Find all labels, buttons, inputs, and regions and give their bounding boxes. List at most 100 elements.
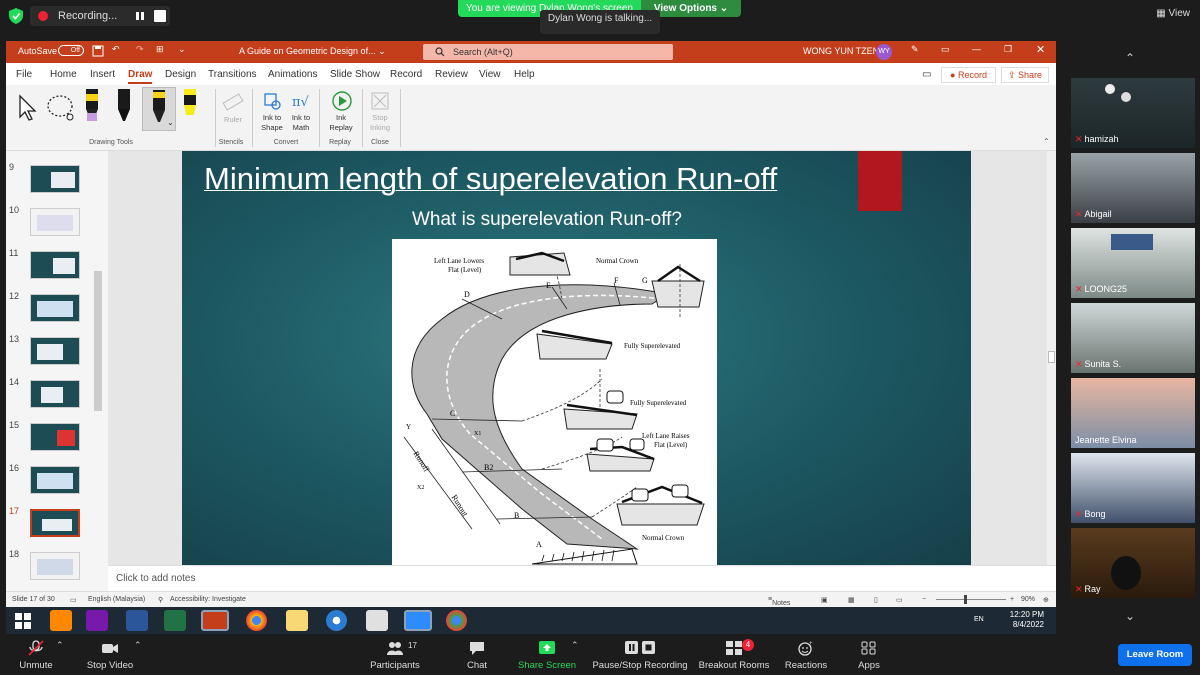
slide-thumbnail-13[interactable]	[30, 337, 80, 365]
ink-to-math-button[interactable]: Ink to Math	[287, 113, 315, 133]
close-icon[interactable]: ✕	[1036, 43, 1045, 56]
vlc-icon[interactable]	[50, 610, 72, 631]
zoom-slider-thumb[interactable]	[964, 595, 967, 604]
stop-video-button[interactable]: Stop Video	[80, 634, 140, 675]
participant-tile[interactable]: ✕ Sunita S.	[1071, 303, 1195, 373]
normal-view-icon[interactable]: ▣	[821, 596, 828, 604]
tab-transitions[interactable]: Transitions	[208, 69, 257, 80]
pause-stop-recording-button[interactable]: Pause/Stop Recording	[590, 634, 690, 675]
taskbar-language[interactable]: EN	[974, 616, 984, 623]
spellcheck-icon[interactable]: ▭	[70, 596, 77, 604]
participant-tile[interactable]: ✕ LOONG25	[1071, 228, 1195, 298]
zoom-app-icon[interactable]	[404, 610, 432, 631]
notes-pane[interactable]: Click to add notes	[108, 565, 1056, 591]
pen-purple-icon[interactable]	[84, 89, 100, 123]
tab-view[interactable]: View	[479, 69, 501, 80]
participant-tile[interactable]: Jeanette Elvina	[1071, 378, 1195, 448]
slide-title[interactable]: Minimum length of superelevation Run-off	[204, 161, 844, 197]
document-title[interactable]: A Guide on Geometric Design of... ⌄	[239, 46, 386, 57]
slide-thumbnail-16[interactable]	[30, 466, 80, 494]
highlighter-yellow-icon[interactable]	[182, 89, 198, 123]
slide-scrollbar[interactable]	[1047, 151, 1056, 591]
tab-draw[interactable]: Draw	[128, 69, 153, 84]
shield-icon[interactable]	[9, 8, 23, 24]
ink-to-math-icon[interactable]: π√	[291, 91, 311, 111]
superelevation-diagram[interactable]: Left Lane Lowers Flat (Level) Normal Cro…	[392, 239, 717, 565]
powerpoint-icon[interactable]	[201, 610, 229, 631]
zoom-in-icon[interactable]: +	[1010, 596, 1014, 603]
slide-thumbnail-17[interactable]	[30, 509, 80, 537]
chrome-icon[interactable]	[246, 610, 267, 631]
restore-icon[interactable]: ❐	[1004, 44, 1012, 55]
slide-thumbnail-14[interactable]	[30, 380, 80, 408]
slide-thumbnail-10[interactable]	[30, 208, 80, 236]
customize-qat-icon[interactable]: ⌄	[178, 44, 186, 55]
slide-thumbnail-11[interactable]	[30, 251, 80, 279]
select-cursor-icon[interactable]	[16, 93, 38, 123]
share-options-chevron-icon[interactable]: ⌃	[571, 640, 579, 651]
chat-button[interactable]: Chat	[452, 634, 502, 675]
slide-subtitle[interactable]: What is superelevation Run-off?	[182, 209, 912, 231]
thumbnails-scrollbar[interactable]	[94, 271, 102, 411]
slide-thumbnail-15[interactable]	[30, 423, 80, 451]
leave-room-button[interactable]: Leave Room	[1118, 644, 1192, 666]
save-icon[interactable]	[92, 45, 104, 59]
taskbar-clock[interactable]: 12:20 PM 8/4/2022	[1010, 610, 1044, 630]
reading-view-icon[interactable]: ▯	[874, 596, 878, 604]
ink-to-shape-icon[interactable]	[262, 91, 282, 111]
zoom-slider[interactable]	[936, 599, 1006, 600]
zoom-out-icon[interactable]: −	[922, 596, 926, 603]
ink-replay-button[interactable]: Ink Replay	[326, 113, 356, 133]
tab-record[interactable]: Record	[390, 69, 422, 80]
stop-recording-icon[interactable]	[154, 10, 166, 22]
accessibility-status[interactable]: Accessibility: Investigate	[170, 596, 246, 603]
participant-tile[interactable]: ✕ hamizah	[1071, 78, 1195, 148]
ruler-icon[interactable]	[222, 91, 244, 113]
tab-animations[interactable]: Animations	[268, 69, 317, 80]
autocad-icon[interactable]	[366, 610, 388, 631]
search-input[interactable]: Search (Alt+Q)	[423, 44, 673, 60]
scroll-down-icon[interactable]: ⌄	[1125, 609, 1135, 623]
view-button[interactable]: ▦ View	[1156, 8, 1190, 19]
word-icon[interactable]	[126, 610, 148, 631]
notes-toggle[interactable]: ≡ Notes	[768, 596, 790, 607]
tab-design[interactable]: Design	[165, 69, 196, 80]
stop-inking-button[interactable]: Stop Inking	[364, 113, 396, 133]
zoom-level[interactable]: 90%	[1021, 596, 1035, 603]
apps-button[interactable]: Apps	[848, 634, 890, 675]
slide-thumbnail-12[interactable]	[30, 294, 80, 322]
stop-inking-icon[interactable]	[370, 91, 390, 111]
slide-sorter-icon[interactable]: ▦	[848, 596, 855, 604]
undo-icon[interactable]: ↶	[112, 44, 120, 55]
pen-icon[interactable]: ✎	[911, 44, 919, 55]
video-options-chevron-icon[interactable]: ⌃	[134, 640, 142, 651]
slide-thumbnail-18[interactable]	[30, 552, 80, 580]
collapse-ribbon-icon[interactable]: ⌃	[1043, 137, 1050, 146]
reactions-button[interactable]: + Reactions	[780, 634, 832, 675]
participant-tile[interactable]: ✕ Abigail	[1071, 153, 1195, 223]
scroll-up-icon[interactable]: ⌃	[1125, 51, 1135, 65]
ink-replay-icon[interactable]	[331, 90, 353, 112]
ink-to-shape-button[interactable]: Ink to Shape	[258, 113, 286, 133]
audio-options-chevron-icon[interactable]: ⌃	[56, 640, 64, 651]
slide-counter[interactable]: Slide 17 of 30	[12, 596, 55, 603]
windows-start-icon[interactable]	[12, 610, 34, 631]
notes-placeholder[interactable]: Click to add notes	[116, 573, 196, 584]
language-label[interactable]: English (Malaysia)	[88, 596, 145, 603]
slideshow-view-icon[interactable]: ▭	[896, 596, 903, 604]
ribbon-display-icon[interactable]: ▭	[941, 44, 950, 55]
slide-thumbnail-9[interactable]	[30, 165, 80, 193]
participant-tile[interactable]: ✕ Bong	[1071, 453, 1195, 523]
file-explorer-icon[interactable]	[286, 610, 308, 631]
excel-icon[interactable]	[164, 610, 186, 631]
ruler-button[interactable]: Ruler	[220, 115, 246, 125]
tab-slide-show[interactable]: Slide Show	[330, 69, 380, 80]
present-icon[interactable]: ⊞	[156, 44, 164, 55]
tab-home[interactable]: Home	[50, 69, 77, 80]
tab-insert[interactable]: Insert	[90, 69, 115, 80]
redo-icon[interactable]: ↷	[136, 44, 144, 55]
chrome-icon-2[interactable]	[446, 610, 467, 631]
media-player-icon[interactable]	[326, 610, 347, 631]
minimize-icon[interactable]: —	[972, 44, 981, 54]
avatar[interactable]: WY	[876, 44, 892, 60]
